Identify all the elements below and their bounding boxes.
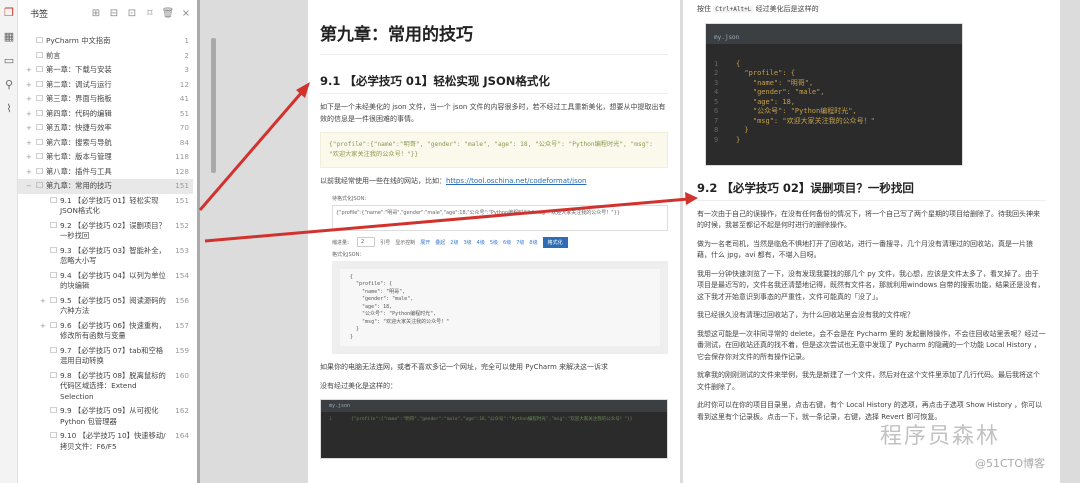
watermark-51cto: @51CTO博客 xyxy=(975,457,1046,470)
watermark: 程序员森林 xyxy=(880,424,1001,449)
annotation-arrows xyxy=(198,82,698,243)
arrow-line xyxy=(198,91,304,211)
arrow-head xyxy=(685,192,698,205)
arrow-line xyxy=(204,197,689,243)
